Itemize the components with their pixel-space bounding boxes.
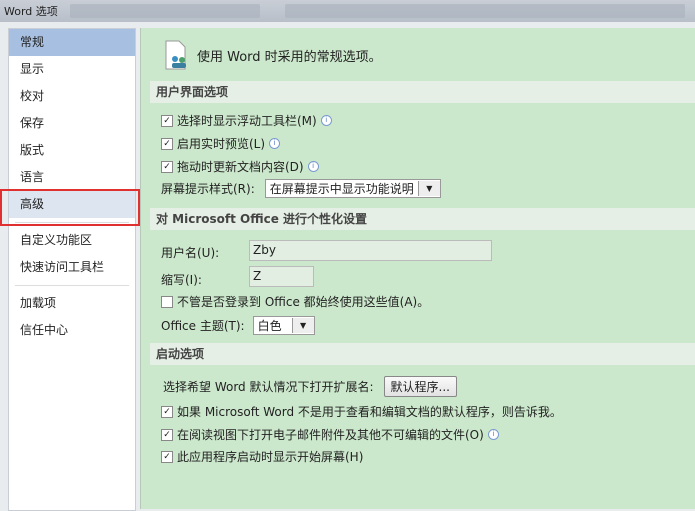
sidebar-item-save[interactable]: 保存 [9,110,135,137]
option-start-screen[interactable]: ✓ 此应用程序启动时显示开始屏幕(H) [161,448,363,465]
initials-label: 缩写(I): [161,273,202,287]
option-label: 此应用程序启动时显示开始屏幕(H) [177,450,364,464]
option-reading-view[interactable]: ✓ 在阅读视图下打开电子邮件附件及其他不可编辑的文件(O) i [161,426,499,443]
checkbox[interactable]: ✓ [161,114,173,127]
divider [15,285,129,286]
sidebar-item-quick-access[interactable]: 快速访问工具栏 [9,254,135,281]
highlight-box [0,189,140,226]
option-tell-default[interactable]: ✓ 如果 Microsoft Word 不是用于查看和编辑文档的默认程序，则告诉我… [161,403,562,420]
default-programs-button[interactable]: 默认程序... [383,376,457,397]
info-icon: i [307,161,319,172]
section-personalize: 对 Microsoft Office 进行个性化设置 [150,208,695,230]
chevron-down-icon: ▼ [417,181,440,196]
checkbox[interactable]: ✓ [161,428,173,441]
extension-label: 选择希望 Word 默认情况下打开扩展名: [163,380,374,394]
screentip-value: 在屏幕提示中显示功能说明 [269,182,414,196]
info-icon: i [487,429,499,440]
intro: 使用 Word 时采用的常规选项。 [163,40,382,70]
sidebar-item-layout[interactable]: 版式 [9,137,135,164]
option-update-on-drag[interactable]: ✓ 拖动时更新文档内容(D) i [161,158,319,175]
title-bar: Word 选项 [0,0,695,22]
checkbox[interactable]: ✓ [161,137,173,150]
option-label: 选择时显示浮动工具栏(M) [177,114,317,128]
general-options-icon [165,40,186,70]
theme-value: 白色 [257,319,282,333]
sidebar-item-addins[interactable]: 加载项 [9,290,135,317]
sidebar-item-general[interactable]: 常规 [9,29,135,56]
sidebar-item-customize-ribbon[interactable]: 自定义功能区 [9,227,135,254]
screentip-select[interactable]: 在屏幕提示中显示功能说明 ▼ [264,179,441,198]
main-panel: 使用 Word 时采用的常规选项。 用户界面选项 ✓ 选择时显示浮动工具栏(M) i… [140,28,695,509]
sidebar-item-display[interactable]: 显示 [9,56,135,83]
username-label: 用户名(U): [161,246,220,260]
chevron-down-icon: ▼ [291,318,314,333]
sidebar: 常规 显示 校对 保存 版式 语言 高级 自定义功能区 快速访问工具栏 加载项 … [8,28,136,511]
info-icon: i [320,115,332,126]
option-label: 在阅读视图下打开电子邮件附件及其他不可编辑的文件(O) [177,428,484,442]
option-live-preview[interactable]: ✓ 启用实时预览(L) i [161,135,281,152]
checkbox[interactable]: ✓ [161,405,173,418]
option-label: 如果 Microsoft Word 不是用于查看和编辑文档的默认程序，则告诉我。 [177,405,562,419]
blurred-toolbar [70,4,260,18]
option-label: 拖动时更新文档内容(D) [177,160,304,174]
option-label: 不管是否登录到 Office 都始终使用这些值(A)。 [177,295,430,309]
theme-label: Office 主题(T): [161,319,245,333]
extension-row: 选择希望 Word 默认情况下打开扩展名: 默认程序... [163,376,457,397]
intro-text: 使用 Word 时采用的常规选项。 [197,49,382,65]
section-startup: 启动选项 [150,343,695,365]
option-label: 启用实时预览(L) [177,137,266,151]
initials-input[interactable]: Z [249,266,314,287]
option-always-use[interactable]: 不管是否登录到 Office 都始终使用这些值(A)。 [161,293,429,310]
screentip-row: 屏幕提示样式(R): 在屏幕提示中显示功能说明 ▼ [161,179,441,198]
window-title: Word 选项 [4,5,58,18]
theme-row: Office 主题(T): 白色 ▼ [161,316,315,335]
option-mini-toolbar[interactable]: ✓ 选择时显示浮动工具栏(M) i [161,112,332,129]
theme-select[interactable]: 白色 ▼ [252,316,315,335]
section-ui-options: 用户界面选项 [150,81,695,103]
sidebar-item-language[interactable]: 语言 [9,164,135,191]
checkbox[interactable]: ✓ [161,160,173,173]
username-input[interactable]: Zby [249,240,492,261]
checkbox[interactable]: ✓ [161,450,173,463]
checkbox[interactable] [161,295,173,308]
screentip-label: 屏幕提示样式(R): [161,182,255,196]
sidebar-item-proofing[interactable]: 校对 [9,83,135,110]
info-icon: i [269,138,281,149]
blurred-toolbar-right [285,4,685,18]
sidebar-item-trust-center[interactable]: 信任中心 [9,317,135,344]
